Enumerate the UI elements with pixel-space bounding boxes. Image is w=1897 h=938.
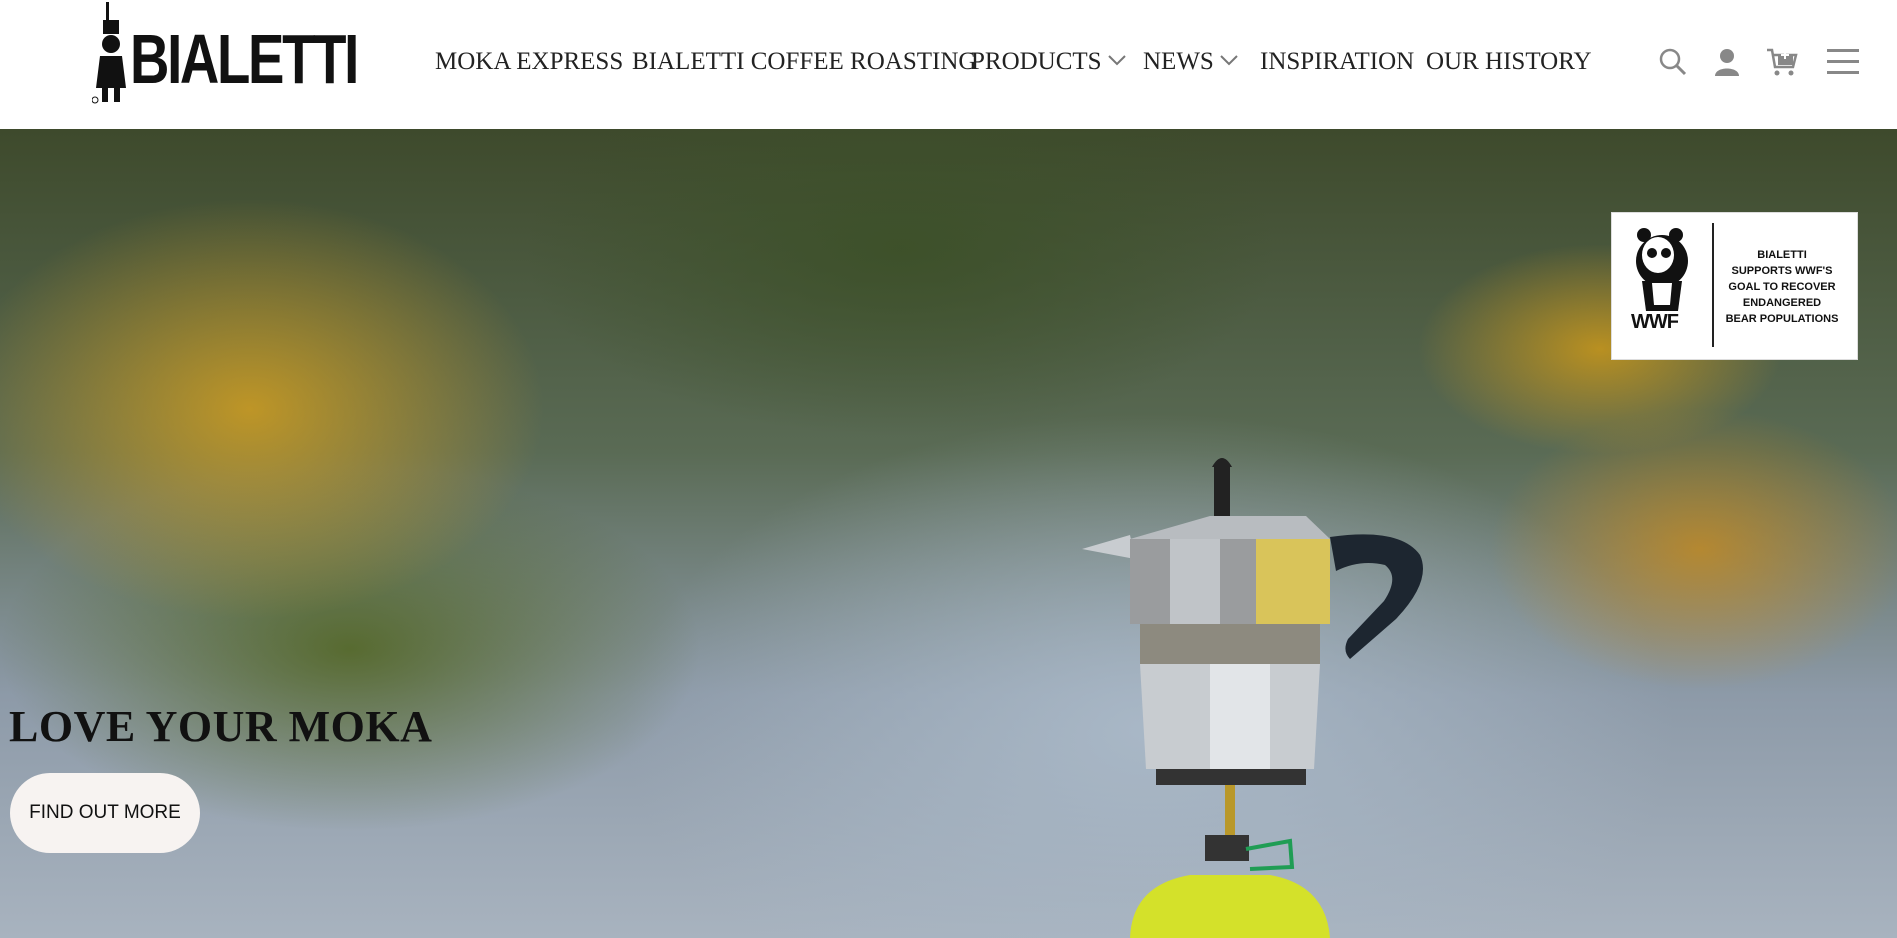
nav-item-our-history[interactable]: OUR HISTORY	[1426, 44, 1592, 80]
badge-line: BEAR POPULATIONS	[1725, 313, 1839, 325]
hero-banner: WWF BIALETTI SUPPORTS WWF'S GOAL TO RECO…	[0, 129, 1897, 938]
badge-line: ENDANGERED	[1742, 297, 1822, 309]
nav-item-label: OUR HISTORY	[1426, 48, 1592, 75]
wwf-wordmark: WWF	[1631, 311, 1679, 333]
logo-wordmark: BIALETTI	[130, 20, 359, 98]
badge-text: BIALETTI SUPPORTS WWF'S GOAL TO RECOVER …	[1722, 247, 1842, 327]
nav-item-label: MOKA EXPRESS	[435, 48, 624, 75]
moustache-man-icon	[92, 2, 126, 104]
nav-item-label: NEWS	[1143, 48, 1214, 75]
badge-divider	[1712, 223, 1714, 347]
account-icon	[1715, 49, 1739, 76]
badge-line: BIALETTI	[1757, 249, 1807, 261]
account-button[interactable]	[1709, 40, 1745, 84]
site-header: BIALETTI MOKA EXPRESS BIALETTI COFFEE RO…	[0, 0, 1897, 129]
menu-button[interactable]	[1825, 40, 1861, 84]
chevron-down-icon	[1107, 55, 1126, 66]
moka-pot-image	[1082, 458, 1423, 938]
bialetti-logo[interactable]: BIALETTI	[92, 0, 359, 108]
find-out-more-button[interactable]: FIND OUT MORE	[10, 773, 200, 853]
nav-item-label: PRODUCTS	[971, 48, 1102, 75]
nav-item-label: BIALETTI COFFEE ROASTING	[632, 48, 977, 75]
hero-title: LOVE YOUR MOKA	[9, 702, 433, 751]
cart-icon	[1767, 48, 1798, 76]
nav-item-inspiration[interactable]: INSPIRATION	[1260, 44, 1414, 80]
search-icon	[1659, 48, 1687, 76]
nav-item-moka-express[interactable]: MOKA EXPRESS	[435, 44, 623, 80]
badge-line: SUPPORTS WWF'S	[1731, 265, 1833, 277]
search-button[interactable]	[1655, 40, 1691, 84]
cart-button[interactable]	[1764, 40, 1800, 84]
badge-line: GOAL TO RECOVER	[1728, 281, 1836, 293]
wwf-badge[interactable]: WWF BIALETTI SUPPORTS WWF'S GOAL TO RECO…	[1611, 212, 1858, 360]
nav-item-label: INSPIRATION	[1260, 48, 1415, 75]
nav-item-products[interactable]: PRODUCTS	[971, 44, 1127, 80]
menu-icon	[1827, 49, 1859, 74]
panda-icon	[1636, 228, 1688, 311]
nav-item-news[interactable]: NEWS	[1143, 44, 1239, 80]
nav-item-bialetti-coffee-roasting[interactable]: BIALETTI COFFEE ROASTING	[632, 44, 976, 80]
chevron-down-icon	[1220, 55, 1238, 66]
